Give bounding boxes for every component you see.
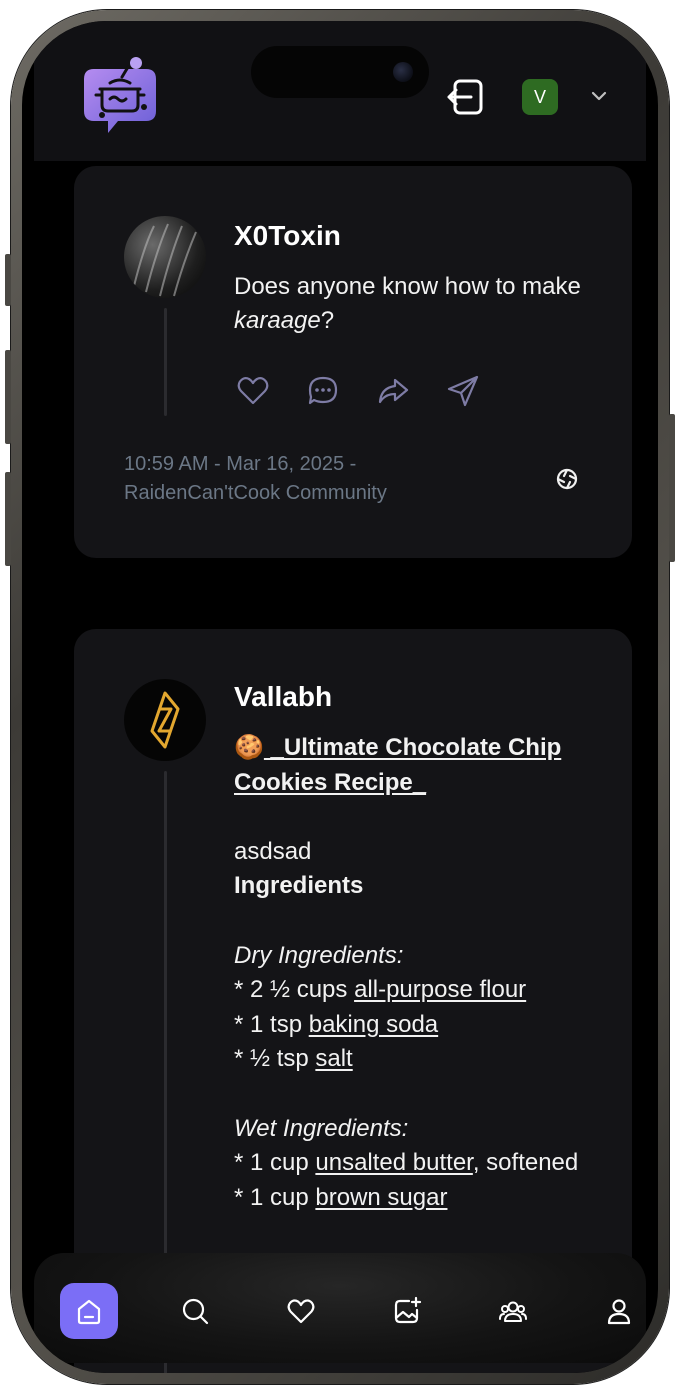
nav-create-post[interactable]: [378, 1283, 436, 1339]
ingredient-line: * 2 ½ cups all-purpose flour: [234, 973, 614, 1008]
thread-line: [164, 308, 167, 416]
ingredient-link[interactable]: salt: [315, 1045, 352, 1072]
share-icon[interactable]: [376, 374, 410, 408]
chevron-down-icon[interactable]: [590, 87, 608, 105]
ingredients-heading: Ingredients: [234, 872, 364, 900]
ingredient-link[interactable]: baking soda: [309, 1011, 438, 1038]
community-icon: [499, 1301, 527, 1322]
add-image-icon: [394, 1296, 422, 1324]
logout-button[interactable]: [445, 77, 485, 117]
post-meta: 10:59 AM - Mar 16, 2025 - RaidenCan'tCoo…: [124, 450, 387, 508]
heart-icon: [287, 1299, 315, 1324]
ingredient-suffix: , softened: [472, 1149, 579, 1177]
recipe-title-link[interactable]: _Ultimate Chocolate Chip Cookies Recipe_: [234, 734, 561, 796]
recipe-line: asdsad: [234, 837, 312, 865]
ingredient-prefix: * 1 cup: [234, 1183, 316, 1211]
avatar[interactable]: [124, 216, 206, 298]
recipe-title-line: 🍪 _Ultimate Chocolate Chip Cookies Recip…: [234, 731, 614, 800]
cooking-pot-chat-logo[interactable]: [80, 55, 160, 137]
volume-down-button: [5, 472, 11, 566]
volume-up-button: [5, 350, 11, 444]
post-actions: [236, 374, 480, 408]
nav-likes[interactable]: [272, 1283, 330, 1339]
post-text-part: ?: [320, 307, 335, 334]
wet-heading: Wet Ingredients:: [234, 1112, 614, 1147]
user-avatar-button[interactable]: V: [522, 79, 558, 115]
post-text-emphasis: karaage: [234, 307, 321, 334]
post-community[interactable]: RaidenCan'tCook Community: [124, 479, 387, 508]
nav-profile[interactable]: [590, 1283, 648, 1339]
profile-icon: [607, 1299, 631, 1325]
search-icon: [182, 1298, 209, 1325]
nav-home[interactable]: [60, 1283, 118, 1339]
power-button: [669, 414, 675, 562]
nav-communities[interactable]: [484, 1283, 542, 1339]
post-card[interactable]: X0Toxin Does anyone know how to make kar…: [74, 166, 632, 558]
logout-icon: [447, 79, 483, 115]
ingredient-link[interactable]: all-purpose flour: [354, 976, 526, 1003]
post-username[interactable]: Vallabh: [234, 681, 332, 713]
post-username[interactable]: X0Toxin: [234, 220, 341, 252]
action-button: [5, 254, 11, 306]
post-timestamp: 10:59 AM - Mar 16, 2025 -: [124, 453, 357, 475]
ingredient-link[interactable]: brown sugar: [315, 1184, 447, 1211]
recipe-text: 🍪 _Ultimate Chocolate Chip Cookies Recip…: [234, 731, 614, 1215]
heart-icon[interactable]: [236, 374, 270, 408]
avatar[interactable]: [124, 679, 206, 761]
dry-heading: Dry Ingredients:: [234, 939, 614, 974]
ingredient-prefix: * 1 tsp: [234, 1010, 309, 1038]
ingredient-line: * 1 cup brown sugar: [234, 1181, 614, 1216]
cookie-emoji-icon: 🍪: [234, 734, 264, 761]
dynamic-island: [251, 46, 429, 98]
camera-icon: [393, 62, 413, 82]
ingredient-line: * 1 tsp baking soda: [234, 1008, 614, 1043]
post-text: Does anyone know how to make karaage?: [234, 270, 614, 338]
ingredient-link[interactable]: unsalted butter: [315, 1149, 472, 1176]
home-icon: [77, 1299, 101, 1325]
dry-heading-text: Dry Ingredients:: [234, 941, 404, 969]
ingredient-prefix: * 1 cup: [234, 1149, 316, 1177]
ingredient-prefix: * ½ tsp: [234, 1045, 316, 1073]
wet-heading-text: Wet Ingredients:: [234, 1114, 409, 1142]
nav-search[interactable]: [166, 1283, 224, 1339]
app-screen: V X0Toxin Does anyone know how to make k…: [22, 21, 658, 1373]
community-link-icon[interactable]: [554, 466, 580, 492]
ingredient-line: * 1 cup unsalted butter, softened: [234, 1146, 614, 1181]
comment-icon[interactable]: [306, 374, 340, 408]
bottom-nav: [34, 1253, 646, 1363]
ingredient-line: * ½ tsp salt: [234, 1042, 614, 1077]
send-icon[interactable]: [446, 374, 480, 408]
post-text-part: Does anyone know how to make: [234, 273, 581, 300]
ingredient-prefix: * 2 ½ cups: [234, 976, 355, 1004]
